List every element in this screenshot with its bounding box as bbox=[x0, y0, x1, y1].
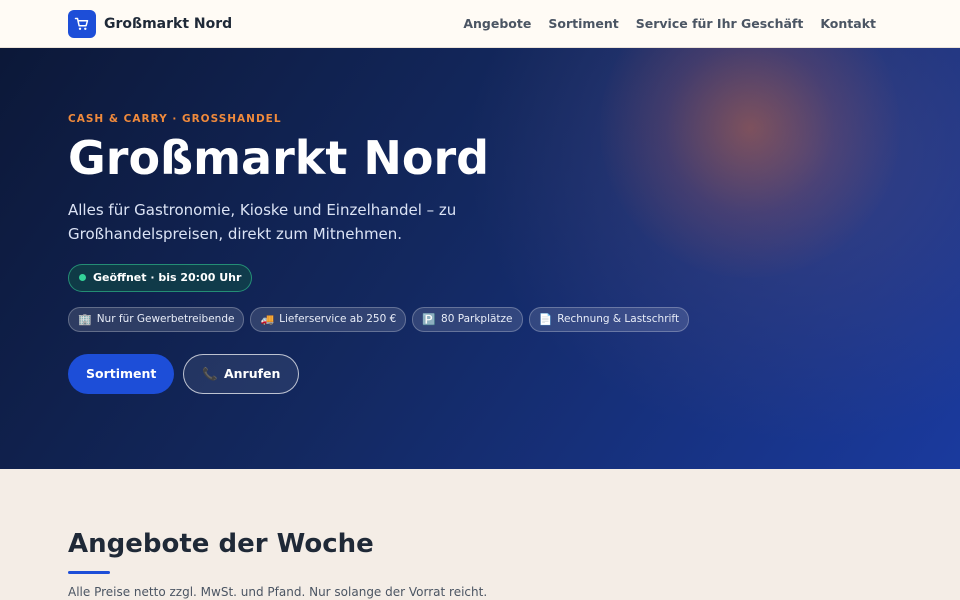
section-divider bbox=[68, 571, 110, 574]
parking-icon: 🅿️ bbox=[422, 312, 437, 326]
document-icon: 📄 bbox=[538, 312, 553, 326]
hero-subtitle: Alles für Gastronomie, Kioske und Einzel… bbox=[68, 200, 457, 243]
feature-chip: 🏢 Nur für Gewerbetreibende bbox=[68, 306, 245, 332]
hero: CASH & CARRY · GROSSHANDEL Großmarkt Nor… bbox=[0, 48, 960, 469]
feature-chip: 📄 Rechnung & Lastschrift bbox=[528, 306, 690, 332]
top-navigation: Großmarkt Nord Angebote Sortiment Servic… bbox=[0, 0, 960, 48]
feature-chip-label: Rechnung & Lastschrift bbox=[557, 313, 680, 326]
brand-name: Großmarkt Nord bbox=[104, 15, 233, 32]
opening-status-badge: Geöffnet · bis 20:00 Uhr bbox=[68, 263, 253, 292]
price-note: Alle Preise netto zzgl. MwSt. und Pfand.… bbox=[68, 585, 488, 599]
office-building-icon: 🏢 bbox=[78, 312, 92, 326]
main-nav: Angebote Sortiment Service für Ihr Gesch… bbox=[463, 16, 876, 31]
nav-link-sortiment[interactable]: Sortiment bbox=[548, 16, 618, 31]
brand[interactable]: Großmarkt Nord bbox=[68, 9, 233, 38]
feature-chip: 🅿️ 80 Parkplätze bbox=[412, 306, 523, 332]
feature-chip-label: Lieferservice ab 250 € bbox=[279, 313, 397, 326]
nav-link-service[interactable]: Service für Ihr Geschäft bbox=[636, 16, 804, 31]
sortiment-button[interactable]: Sortiment bbox=[68, 353, 175, 394]
delivery-truck-icon: 🚚 bbox=[260, 312, 275, 326]
call-button-label: Anrufen bbox=[223, 366, 281, 382]
feature-chips: 🏢 Nur für Gewerbetreibende 🚚 Lieferservi… bbox=[68, 306, 892, 332]
weekly-offers-section: Angebote der Woche Alle Preise netto zzg… bbox=[0, 469, 960, 599]
feature-chip: 🚚 Lieferservice ab 250 € bbox=[250, 306, 407, 332]
cart-icon bbox=[68, 9, 96, 38]
hero-title: Großmarkt Nord bbox=[68, 131, 490, 185]
nav-link-kontakt[interactable]: Kontakt bbox=[820, 16, 876, 31]
opening-status-text: Geöffnet · bis 20:00 Uhr bbox=[93, 271, 242, 285]
nav-link-angebote[interactable]: Angebote bbox=[463, 16, 531, 31]
hero-actions: Sortiment 📞 Anrufen bbox=[68, 353, 892, 394]
feature-chip-label: Nur für Gewerbetreibende bbox=[96, 313, 235, 326]
feature-chip-label: 80 Parkplätze bbox=[441, 313, 513, 326]
phone-icon: 📞 bbox=[202, 365, 218, 381]
section-title: Angebote der Woche bbox=[68, 529, 374, 559]
status-dot-icon bbox=[79, 274, 86, 282]
call-button[interactable]: 📞 Anrufen bbox=[183, 353, 300, 394]
hero-eyebrow: CASH & CARRY · GROSSHANDEL bbox=[68, 113, 282, 125]
